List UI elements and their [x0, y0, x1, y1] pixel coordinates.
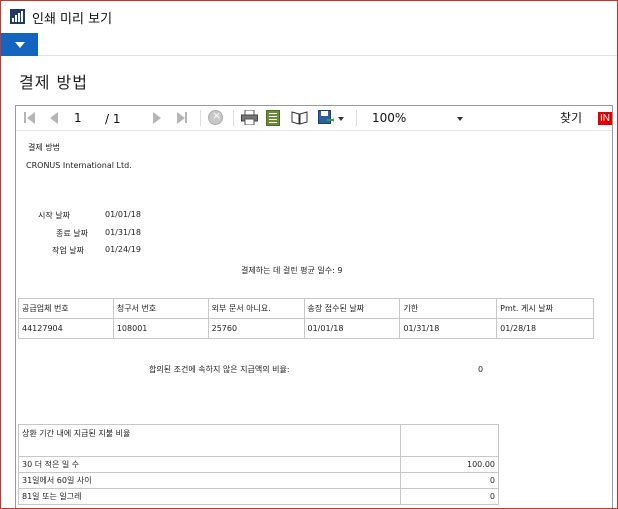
next-page-button[interactable] [153, 110, 163, 126]
toolbar-separator [356, 110, 357, 126]
page-total: / 1 [105, 112, 121, 126]
table-cell: 44127904 [18, 318, 114, 339]
noncompliant-payments-label: 합의된 조건에 속하지 않은 지급액의 비율: [149, 365, 290, 374]
table-header-cell: 공급업체 번호 [18, 298, 114, 319]
aging-header-row: 상환 기간 내에 지급된 지불 비율 [17, 424, 499, 457]
table-row: 44127904 108001 25760 01/01/18 01/31/18 … [18, 318, 594, 339]
table-header-cell: 청구서 번호 [112, 298, 209, 319]
first-page-button[interactable] [24, 110, 36, 126]
table-row: 30 더 적은 일 수 100.00 [17, 456, 499, 473]
aging-label-cell: 31일에서 60일 사이 [17, 472, 402, 489]
end-date-label: 종료 날짜 [56, 229, 88, 238]
company-name: CRONUS International Ltd. [26, 161, 132, 170]
work-date-value: 01/24/19 [105, 245, 141, 254]
zoom-select[interactable]: 100% [368, 108, 468, 128]
zoom-dropdown-caret-icon[interactable] [457, 117, 463, 121]
payments-table: 공급업체 번호 청구서 번호 외부 문서 아니요. 송장 접수된 날짜 기한 P… [18, 298, 594, 339]
table-row: 31일에서 60일 사이 0 [17, 472, 499, 489]
table-header-cell: 기한 [399, 298, 498, 319]
find-text-input[interactable] [481, 108, 553, 128]
table-row: 81일 또는 일그레 0 [17, 488, 499, 505]
table-cell: 01/01/18 [303, 318, 401, 339]
report-page: 결제 방법 CRONUS International Ltd. 시작 날짜 01… [16, 132, 612, 508]
aging-label-cell: 81일 또는 일그레 [17, 488, 402, 505]
toolbar-separator [233, 110, 234, 126]
start-date-label: 시작 날짜 [38, 211, 70, 220]
title-bar: 인쇄 미리 보기 [1, 1, 617, 33]
report-title: 결제 방법 [28, 143, 60, 152]
first-page-icon [24, 112, 26, 123]
previous-page-icon [50, 112, 58, 124]
print-icon[interactable] [241, 110, 258, 125]
print-layout-icon[interactable] [266, 110, 280, 126]
table-header-cell: 외부 문서 아니요. [207, 298, 305, 319]
end-date-value: 01/31/18 [105, 228, 141, 237]
table-cell: 01/28/18 [496, 318, 594, 339]
page-setup-icon[interactable] [291, 111, 308, 125]
payment-period-table: 상환 기간 내에 지급된 지불 비율 30 더 적은 일 수 100.00 31… [17, 424, 499, 505]
first-page-arrow-icon [27, 112, 35, 124]
table-header-cell: 송장 접수된 날짜 [303, 298, 401, 319]
export-icon[interactable] [318, 110, 334, 126]
aging-label-cell: 30 더 적은 일 수 [17, 456, 402, 473]
ribbon [1, 33, 617, 56]
last-page-arrow-icon [177, 112, 185, 124]
last-page-icon [185, 112, 187, 123]
start-date-value: 01/01/18 [105, 210, 141, 219]
window-title: 인쇄 미리 보기 [32, 12, 113, 27]
previous-page-button[interactable] [50, 110, 60, 126]
aging-value-cell: 100.00 [400, 456, 499, 473]
table-cell: 01/31/18 [399, 318, 498, 339]
next-page-icon [153, 112, 161, 124]
average-days-text: 결제하는 데 걸린 평균 일수: 9 [241, 266, 343, 275]
noncompliant-payments-value: 0 [478, 365, 484, 374]
print-preview-window: 인쇄 미리 보기 결제 방법 / 1 [0, 0, 618, 509]
find-button[interactable]: 찾기 [560, 109, 582, 126]
app-chart-icon [10, 9, 25, 24]
page-number-input[interactable] [66, 108, 96, 127]
zoom-value: 100% [372, 111, 407, 125]
aging-value-cell: 0 [400, 472, 499, 489]
page-title: 결제 방법 [19, 73, 88, 92]
table-cell: 108001 [112, 318, 209, 339]
export-dropdown-caret-icon[interactable] [338, 117, 344, 121]
work-date-label: 작업 날짜 [52, 246, 84, 255]
table-cell: 25760 [207, 318, 305, 339]
report-viewer: / 1 [15, 105, 613, 508]
aging-header-empty-cell [400, 424, 499, 457]
table-header-cell: Pmt. 게시 날짜 [496, 298, 594, 319]
last-page-button[interactable] [177, 110, 189, 126]
aging-header-cell: 상환 기간 내에 지급된 지불 비율 [17, 424, 402, 457]
aging-value-cell: 0 [400, 488, 499, 505]
ribbon-expand-button[interactable] [1, 33, 38, 56]
find-next-button[interactable]: IN [598, 112, 612, 125]
stop-icon[interactable] [208, 109, 223, 125]
report-toolbar: / 1 [16, 106, 612, 131]
table-header-row: 공급업체 번호 청구서 번호 외부 문서 아니요. 송장 접수된 날짜 기한 P… [18, 298, 594, 319]
toolbar-separator [200, 110, 201, 126]
